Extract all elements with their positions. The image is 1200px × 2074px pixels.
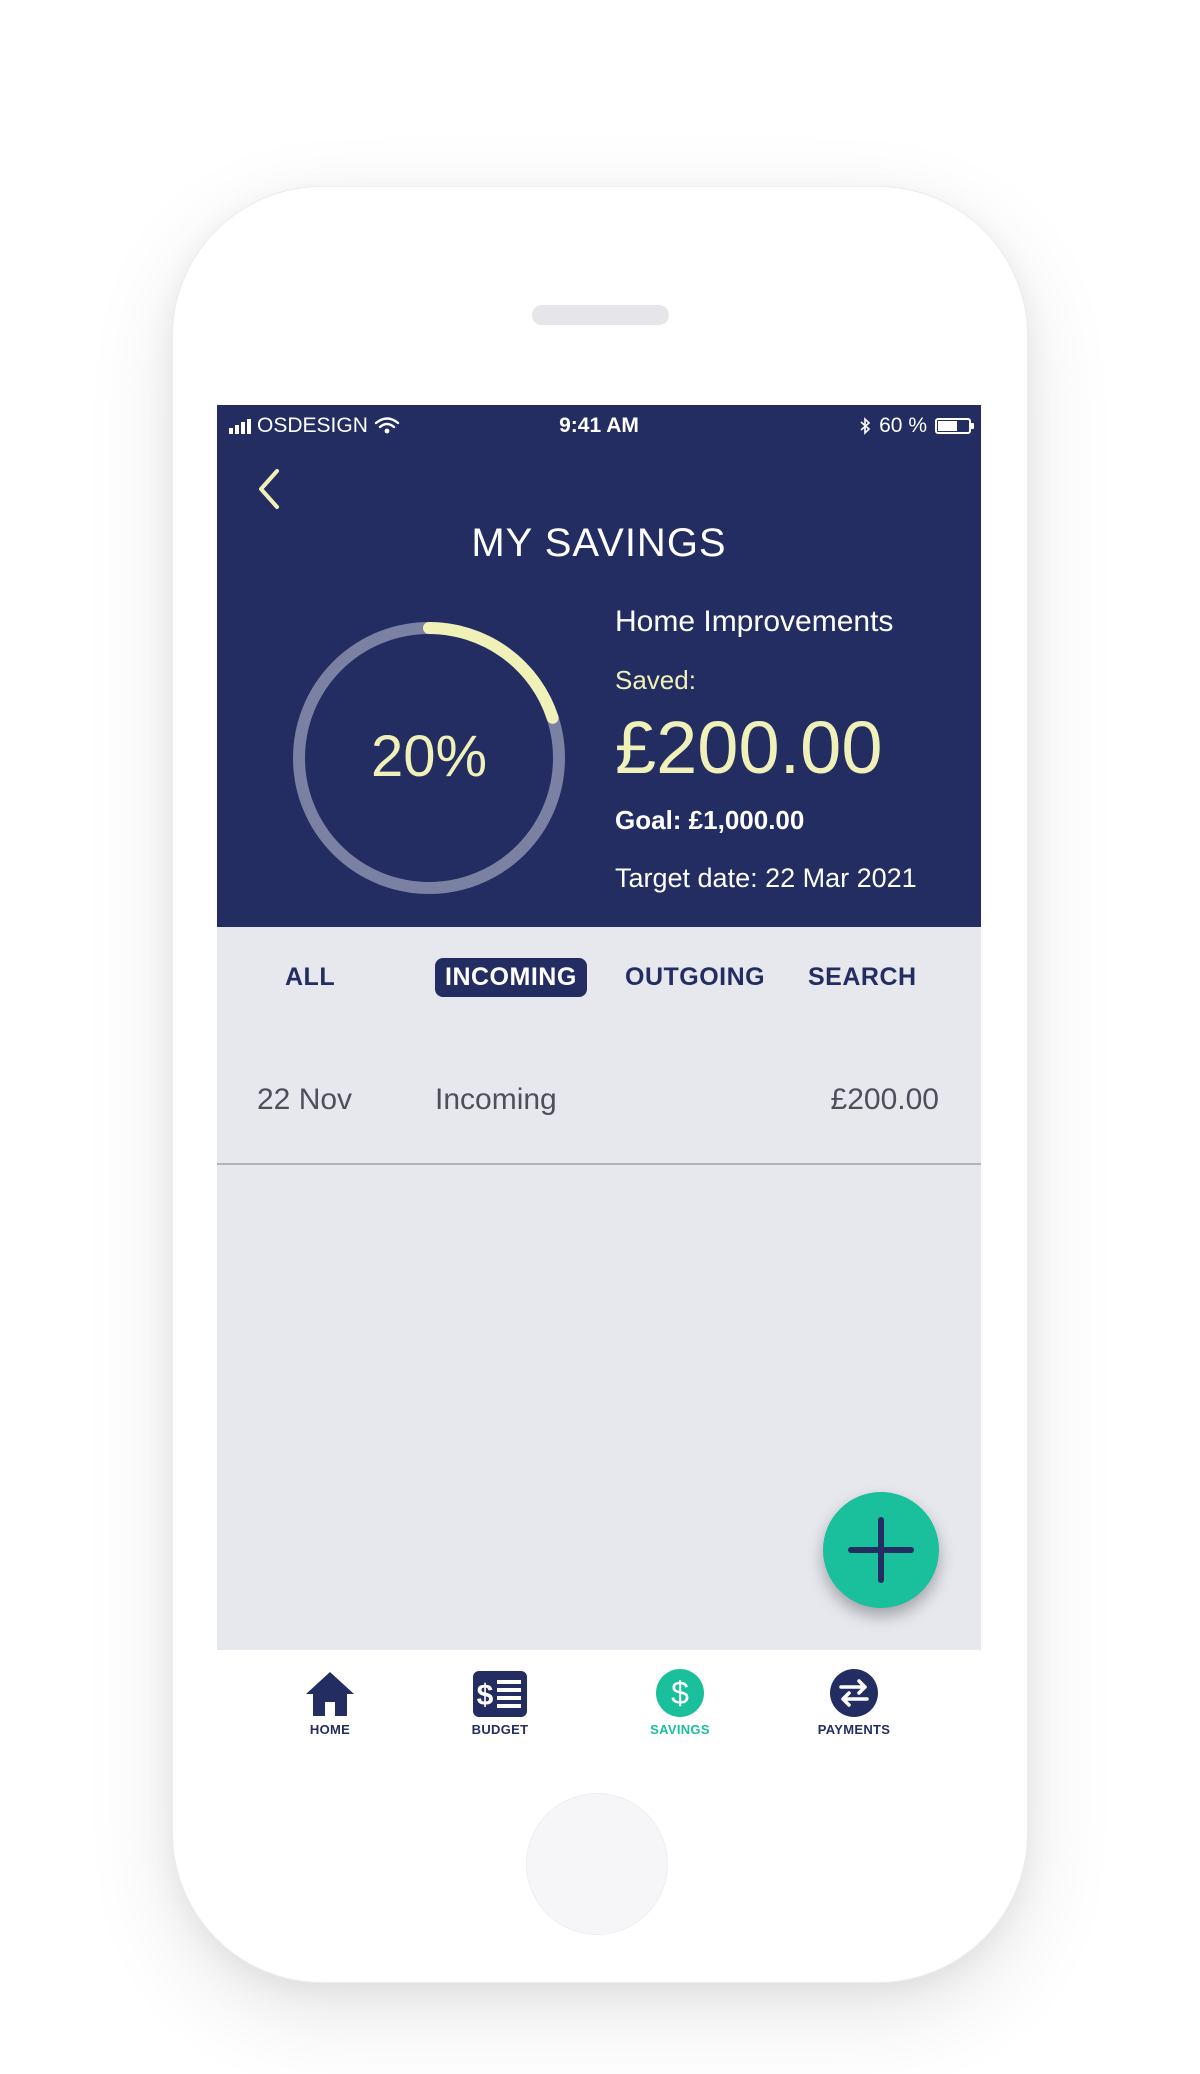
transaction-date: 22 Nov [257,1083,353,1116]
budget-list-icon: $ [473,1671,527,1717]
nav-budget-label: BUDGET [471,1722,529,1737]
nav-savings-label: SAVINGS [650,1722,710,1737]
nav-savings[interactable]: $ SAVINGS [620,1666,740,1737]
tab-search[interactable]: SEARCH [808,963,917,992]
nav-payments[interactable]: PAYMENTS [794,1666,914,1737]
svg-text:$: $ [477,1679,494,1712]
saved-amount: £200.00 [615,706,883,789]
tab-incoming[interactable]: INCOMING [435,958,587,997]
home-icon [306,1672,354,1716]
transaction-filter-tabs: ALL INCOMING OUTGOING SEARCH [217,927,981,1017]
battery-percent: 60 % [879,414,927,437]
transaction-type: Incoming [435,1083,557,1116]
transaction-row[interactable]: 22 Nov Incoming £200.00 [217,1055,981,1165]
bottom-navigation: HOME $ BUDGET $ SAVINGS PAYMENTS [217,1650,981,1774]
transfer-arrows-icon [830,1669,878,1717]
nav-home-icon-wrap [270,1666,390,1718]
target-date: Target date: 22 Mar 2021 [615,863,917,893]
status-right: 60 % [859,414,974,438]
progress-ring-arc [423,622,559,724]
status-bar: OSDESIGN 9:41 AM 60 % [217,405,981,445]
back-button[interactable] [251,465,291,515]
goal-name: Home Improvements [615,605,894,638]
nav-home[interactable]: HOME [270,1666,390,1737]
app-screen: OSDESIGN 9:41 AM 60 % MY SAVINGS 20% Hom… [217,405,981,1774]
nav-savings-icon-wrap: $ [620,1666,740,1718]
phone-speaker [532,305,669,325]
svg-text:$: $ [671,1675,689,1711]
add-transaction-button[interactable] [823,1492,939,1608]
savings-header-panel: OSDESIGN 9:41 AM 60 % MY SAVINGS 20% Hom… [217,405,981,927]
page-title: MY SAVINGS [471,521,727,565]
nav-budget[interactable]: $ BUDGET [440,1666,560,1737]
goal-amount: Goal: £1,000.00 [615,805,805,835]
battery-icon [935,418,974,434]
nav-budget-icon-wrap: $ [440,1666,560,1718]
nav-payments-label: PAYMENTS [817,1722,891,1737]
progress-percent-label: 20% [370,724,488,789]
stage: OSDESIGN 9:41 AM 60 % MY SAVINGS 20% Hom… [0,0,1200,2074]
phone-home-button[interactable] [526,1793,668,1935]
tab-all[interactable]: ALL [285,963,335,992]
chevron-left-icon [259,469,279,509]
plus-icon [848,1517,914,1583]
nav-home-label: HOME [309,1722,351,1737]
dollar-circle-icon: $ [656,1669,704,1717]
nav-payments-icon-wrap [794,1666,914,1718]
tab-outgoing[interactable]: OUTGOING [625,963,765,992]
transaction-amount: £200.00 [830,1083,939,1116]
bluetooth-icon [860,417,871,435]
saved-label: Saved: [615,665,696,695]
